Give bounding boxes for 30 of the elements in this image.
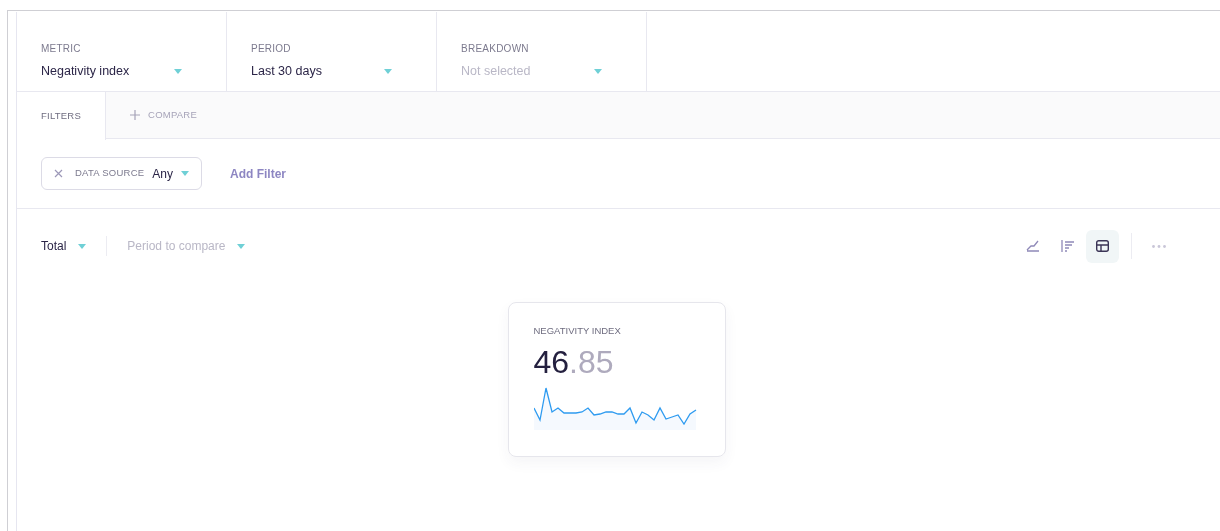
caret-icon [181,171,189,176]
dropdown-label: BREAKDOWN [461,42,530,56]
close-icon[interactable] [54,169,63,178]
dropdown[interactable]: METRIC Negativity index [17,12,227,91]
bar-list-icon [1060,240,1075,252]
card-title: NEGATIVITY INDEX [533,324,622,338]
dropdown-label: METRIC [41,42,82,56]
plus-icon [130,110,141,120]
view-button[interactable] [1086,229,1119,263]
more-icon[interactable] [1152,244,1166,248]
line-chart-icon [1025,240,1040,252]
caret-icon [78,243,87,249]
caret-icon [384,68,392,74]
filter-label: DATA SOURCE [75,166,145,181]
dropdown-value: Last 30 days [251,63,322,80]
metric-value: 46.85 [533,346,615,379]
table-icon [1096,240,1109,252]
caret-icon [594,68,602,74]
dropdown-label: PERIOD [251,42,292,56]
tab[interactable]: FILTERS [17,92,107,140]
dropdown-placeholder: Not selected [461,63,531,80]
filter-value: Any [152,165,173,183]
dropdown[interactable]: BREAKDOWN Not selected [437,12,647,91]
dropdown[interactable]: PERIOD Last 30 days [227,12,437,91]
filter-chip[interactable]: DATA SOURCE Any [41,157,202,190]
aggregation-dropdown[interactable]: Total [41,237,87,255]
add-filter-link[interactable]: Add Filter [230,164,286,183]
caret-icon [174,68,182,74]
dropdown-value: Negativity index [41,63,130,80]
caret-icon [237,243,246,249]
